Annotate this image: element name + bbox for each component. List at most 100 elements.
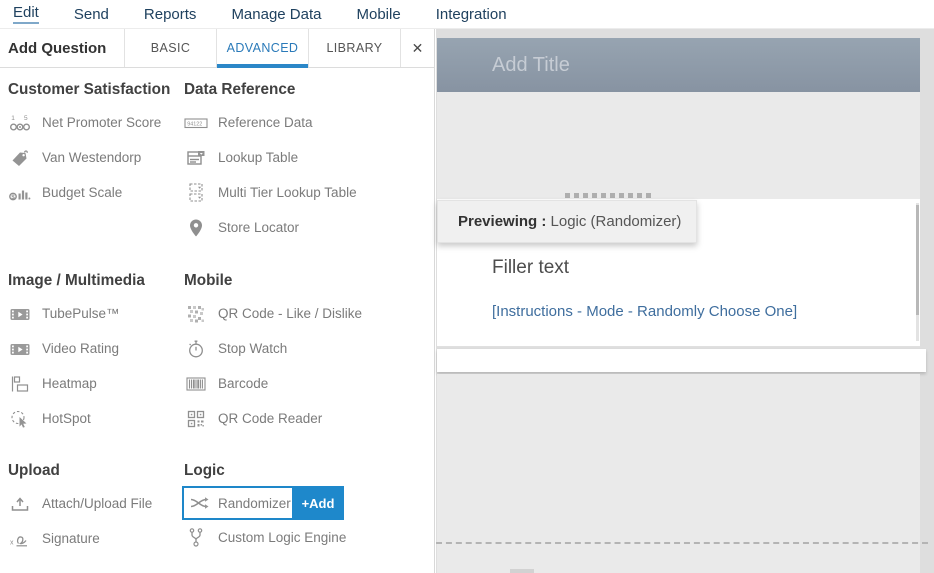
qtype-reference-data[interactable]: 94122 Reference Data [184,105,434,140]
panel-title: Add Question [0,29,124,67]
qtype-label: Budget Scale [42,185,122,200]
qtype-label: Van Westendorp [42,150,141,165]
section-data-reference: Data Reference 94122 Reference Data [184,81,434,245]
qtype-label: Net Promoter Score [42,115,161,130]
qtype-stop-watch[interactable]: Stop Watch [184,331,434,366]
cutoff-element [510,569,534,573]
tab-library[interactable]: LIBRARY [308,29,400,67]
section-upload: Upload Attach/Upload File x [8,462,180,556]
branch-merge-icon [184,527,208,549]
section-logic: Logic Randomizer +Add [184,462,434,555]
qtype-label: Lookup Table [218,150,298,165]
qtype-label: Custom Logic Engine [218,530,346,545]
qtype-label: Multi Tier Lookup Table [218,185,357,200]
previewing-tooltip: Previewing : Logic (Randomizer) [437,200,697,243]
question-instruction: [Instructions - Mode - Randomly Choose O… [492,303,797,320]
qtype-label: Attach/Upload File [42,496,152,511]
upload-tray-icon [8,493,32,515]
preview-footer-strip [437,349,926,372]
qtype-budget-scale[interactable]: $ Budget Scale [8,175,180,210]
qtype-net-promoter-score[interactable]: 15 Net Promoter Score [8,105,180,140]
qtype-van-westendorp[interactable]: Van Westendorp [8,140,180,175]
tooltip-value: Logic (Randomizer) [551,213,682,230]
survey-title-placeholder[interactable]: Add Title [437,38,920,92]
section-mobile: Mobile QR Code - Like / Dislike [184,272,434,436]
map-pin-icon [184,217,208,239]
nps-scale-icon: 15 [8,112,32,134]
qtype-label: Barcode [218,376,268,391]
stopwatch-icon [184,338,208,360]
qtype-randomizer[interactable]: Randomizer +Add [182,486,344,520]
section-title: Customer Satisfaction [8,81,180,99]
qtype-label: Signature [42,531,100,546]
qtype-label: Store Locator [218,220,299,235]
qtype-video-rating[interactable]: Video Rating [8,331,180,366]
add-question-panel: Add Question BASIC ADVANCED LIBRARY ✕ Cu… [0,29,435,573]
barcode-icon [184,373,208,395]
close-panel-button[interactable]: ✕ [400,29,434,67]
qtype-label: QR Code Reader [218,411,322,426]
qtype-heatmap[interactable]: Heatmap [8,366,180,401]
qr-reader-icon [184,408,208,430]
tab-advanced[interactable]: ADVANCED [216,29,308,67]
qtype-lookup-table[interactable]: Lookup Table [184,140,434,175]
qtype-signature[interactable]: x Signature [8,521,180,556]
question-title: Filler text [492,257,569,279]
qtype-attach-upload-file[interactable]: Attach/Upload File [8,486,180,521]
qtype-tubepulse[interactable]: TubePulse™ [8,296,180,331]
heatmap-regions-icon [8,373,32,395]
section-customer-satisfaction: Customer Satisfaction 15 Net Promoter Sc… [8,81,180,210]
qtype-store-locator[interactable]: Store Locator [184,210,434,245]
section-title: Data Reference [184,81,434,99]
nav-manage-data[interactable]: Manage Data [231,6,321,23]
close-icon: ✕ [412,40,424,57]
tooltip-label: Previewing : [458,213,551,230]
nav-mobile[interactable]: Mobile [357,6,401,23]
top-nav: Edit Send Reports Manage Data Mobile Int… [0,0,934,29]
survey-description-area[interactable] [437,92,920,199]
nav-reports[interactable]: Reports [144,6,197,23]
section-title: Upload [8,462,180,480]
qtype-label: QR Code - Like / Dislike [218,306,362,321]
stacked-selects-icon [184,182,208,204]
video-film-icon [8,338,32,360]
video-film-icon [8,303,32,325]
qtype-qr-like-dislike[interactable]: QR Code - Like / Dislike [184,296,434,331]
svg-text:x: x [10,539,14,546]
shuffle-icon [188,492,212,514]
qtype-multi-tier-lookup-table[interactable]: Multi Tier Lookup Table [184,175,434,210]
qtype-label: Heatmap [42,376,97,391]
lookup-table-icon [184,147,208,169]
svg-text:1: 1 [11,115,15,122]
section-title: Image / Multimedia [8,272,180,290]
panel-tab-bar: Add Question BASIC ADVANCED LIBRARY ✕ [0,29,434,68]
nav-send[interactable]: Send [74,6,109,23]
svg-text:5: 5 [24,115,28,122]
qr-code-icon [184,303,208,325]
dollar-bars-icon: $ [8,182,32,204]
price-tag-icon [8,147,32,169]
signature-pen-icon: x [8,528,32,550]
qtype-qr-code-reader[interactable]: QR Code Reader [184,401,434,436]
section-title: Mobile [184,272,434,290]
nav-integration[interactable]: Integration [436,6,507,23]
qtype-label: HotSpot [42,411,91,426]
tab-basic[interactable]: BASIC [124,29,216,67]
survey-editor-app: Edit Send Reports Manage Data Mobile Int… [0,0,934,573]
section-image-multimedia: Image / Multimedia TubePulse™ [8,272,180,436]
qtype-label: Stop Watch [218,341,287,356]
qtype-custom-logic-engine[interactable]: Custom Logic Engine [184,520,434,555]
clipped-question-text [565,193,651,198]
nav-edit[interactable]: Edit [13,4,39,24]
qtype-hotspot[interactable]: HotSpot [8,401,180,436]
card-scrollbar-thumb[interactable] [916,205,919,315]
preview-region: Add Title Filler text [Instructions - Mo… [436,29,934,573]
cursor-target-icon [8,408,32,430]
qtype-barcode[interactable]: Barcode [184,366,434,401]
section-title: Logic [184,462,434,480]
qtype-label: Randomizer [218,496,291,511]
qtype-label: Video Rating [42,341,119,356]
zipcode-box-icon: 94122 [184,112,208,134]
card-scrollbar[interactable] [916,203,919,341]
add-randomizer-button[interactable]: +Add [292,486,344,520]
